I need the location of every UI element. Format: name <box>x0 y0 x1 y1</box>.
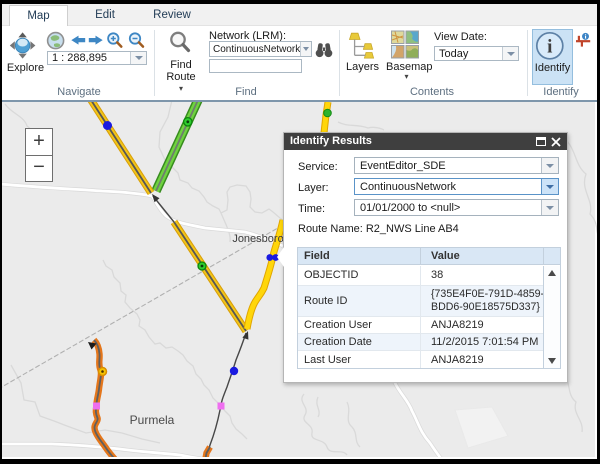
svg-text:Jonesboro: Jonesboro <box>232 233 283 245</box>
svg-text:Purmela: Purmela <box>130 413 175 427</box>
svg-text:i: i <box>547 37 552 58</box>
